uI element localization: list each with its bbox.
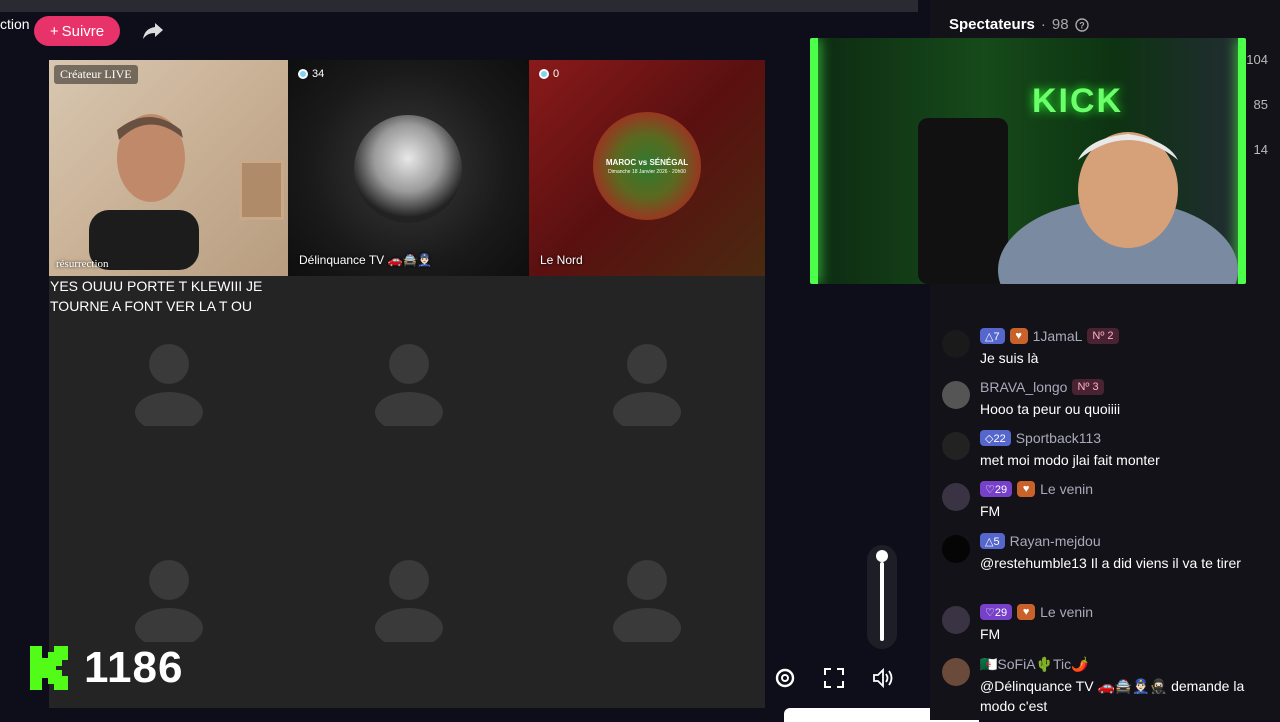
- person-placeholder-icon: [374, 344, 443, 426]
- guest-tile-le-nord[interactable]: 0 MAROC vs SÉNÉGAL Dimanche 18 Janvier 2…: [529, 60, 765, 276]
- subscriber-badge-icon: ♥: [1009, 328, 1028, 344]
- chat-avatar[interactable]: [942, 432, 970, 460]
- side-number: 85: [1253, 97, 1268, 112]
- svg-text:?: ?: [1079, 20, 1085, 30]
- chat-username[interactable]: Rayan-mejdou: [1010, 533, 1101, 549]
- subscriber-badge-icon: ♥: [1017, 481, 1036, 497]
- kick-neon-sign: KICK: [1032, 82, 1124, 120]
- viewers-count: 98: [1051, 16, 1069, 33]
- guest-grid: Créateur LIVE résurrection 34 Délinquanc…: [49, 60, 765, 708]
- settings-icon[interactable]: [771, 664, 799, 692]
- creator-tile[interactable]: Créateur LIVE résurrection: [49, 60, 288, 276]
- rank-badge: Nº 2: [1087, 328, 1119, 344]
- chat-message-text: @Délinquance TV 🚗🚔👮🏻‍♂️🥷🏻 demande la mod…: [980, 678, 1245, 714]
- chat-username[interactable]: Sportback113: [1016, 430, 1101, 446]
- chat-message-header: △5 Rayan-mejdou: [980, 533, 1101, 549]
- person-placeholder-icon: [134, 560, 203, 642]
- guest-viewer-count: 0: [539, 68, 559, 80]
- chat-avatar[interactable]: [942, 535, 970, 563]
- creator-name: résurrection: [56, 258, 109, 270]
- chat-message-header: ◇22 Sportback113: [980, 430, 1101, 446]
- chat-avatar[interactable]: [942, 483, 970, 511]
- guest-name: Délinquance TV 🚗🚔👮🏻‍♂️: [299, 253, 433, 267]
- volume-knob[interactable]: [876, 550, 888, 562]
- wall-frame: [239, 160, 284, 220]
- chat-avatar[interactable]: [942, 658, 970, 686]
- level-badge: ◇22: [980, 430, 1011, 446]
- person-placeholder-icon: [613, 560, 681, 642]
- poster-subtitle: Dimanche 18 Janvier 2026 · 20h00: [608, 168, 686, 175]
- chat-message-text: Je suis là: [980, 350, 1039, 366]
- side-number: 14: [1253, 142, 1268, 157]
- chat-message-header: ♡29 ♥ Le venin: [980, 481, 1093, 497]
- streamer-camera: KICK: [810, 38, 1246, 284]
- chat-message-text: @restehumble13 Il a did viens il va te t…: [980, 555, 1241, 571]
- viewers-title: Spectateurs: [949, 16, 1035, 33]
- volume-slider[interactable]: [867, 545, 897, 649]
- viewers-header: Spectateurs · 98 ?: [949, 16, 1089, 33]
- chat-message-truncated: YES OUUU PORTE T KLEWIII JE TOURNE A FON…: [50, 278, 263, 314]
- counter-value: 1186: [84, 643, 184, 692]
- chat-avatar[interactable]: [942, 606, 970, 634]
- plus-icon: +: [49, 22, 59, 40]
- guest-viewer-count: 34: [298, 68, 324, 80]
- follow-button[interactable]: + Suivre: [34, 16, 120, 46]
- chat-message-header: 🇩🇿SoFiA🌵Tic🌶️: [980, 656, 1089, 673]
- chat-username[interactable]: Le venin: [1040, 481, 1093, 497]
- level-badge: △7: [980, 328, 1005, 344]
- level-badge: ♡29: [980, 481, 1013, 497]
- viewer-dot-icon: [298, 69, 308, 79]
- empty-slot[interactable]: [529, 276, 765, 492]
- level-badge: △5: [980, 533, 1005, 549]
- chat-message-header: ♡29 ♥ Le venin: [980, 604, 1093, 620]
- fullscreen-icon[interactable]: [820, 664, 848, 692]
- chat-username[interactable]: 1JamaL: [1033, 328, 1083, 344]
- chat-username[interactable]: 🇩🇿SoFiA🌵Tic🌶️: [980, 656, 1089, 673]
- chat-message-text: met moi modo jlai fait monter: [980, 452, 1160, 468]
- viewer-dot-icon: [539, 69, 549, 79]
- stream-title-snippet: ction: [0, 16, 30, 32]
- chat-message-header: BRAVA_longo Nº 3: [980, 379, 1104, 395]
- empty-slot[interactable]: [288, 276, 529, 492]
- chat-message-text: FM: [980, 503, 1001, 519]
- chat-avatar[interactable]: [942, 330, 970, 358]
- viewers-separator: ·: [1040, 16, 1046, 33]
- kick-logo-icon: [30, 646, 68, 690]
- top-bar: [0, 0, 918, 12]
- help-icon[interactable]: ?: [1074, 17, 1089, 32]
- chat-username[interactable]: Le venin: [1040, 604, 1093, 620]
- subscriber-badge-icon: ♥: [1017, 604, 1036, 620]
- person-placeholder-icon: [613, 344, 681, 426]
- side-numbers: 104 85 14: [1246, 52, 1268, 187]
- creator-video: [89, 114, 199, 270]
- chat-avatar[interactable]: [942, 381, 970, 409]
- volume-icon[interactable]: [869, 664, 897, 692]
- empty-slot[interactable]: [288, 492, 529, 708]
- share-icon[interactable]: [141, 20, 165, 42]
- kick-counter-overlay: 1186: [30, 643, 183, 693]
- guest-avatar: [354, 115, 462, 223]
- poster-title: MAROC vs SÉNÉGAL: [605, 157, 689, 167]
- level-badge: ♡29: [980, 604, 1013, 620]
- streamer-figure: [998, 132, 1238, 284]
- neon-strip: [810, 38, 818, 284]
- creator-live-badge: Créateur LIVE: [54, 65, 138, 84]
- guest-tile-delinquance[interactable]: 34 Délinquance TV 🚗🚔👮🏻‍♂️: [288, 60, 529, 276]
- chat-username[interactable]: BRAVA_longo: [980, 379, 1067, 395]
- rank-badge: Nº 3: [1072, 379, 1104, 395]
- guest-name: Le Nord: [540, 253, 583, 267]
- person-placeholder-icon: [134, 344, 203, 426]
- person-placeholder-icon: [374, 560, 443, 642]
- volume-fill: [880, 561, 884, 641]
- chat-message-header: △7 ♥ 1JamaL Nº 2: [980, 328, 1119, 344]
- guest-avatar: MAROC vs SÉNÉGAL Dimanche 18 Janvier 202…: [593, 112, 701, 220]
- chat-message-text: FM: [980, 626, 1001, 642]
- side-number: 104: [1246, 52, 1268, 67]
- chat-message-text: Hooo ta peur ou quoiiii: [980, 401, 1121, 417]
- empty-slot[interactable]: [529, 492, 765, 708]
- follow-label: Suivre: [61, 22, 105, 40]
